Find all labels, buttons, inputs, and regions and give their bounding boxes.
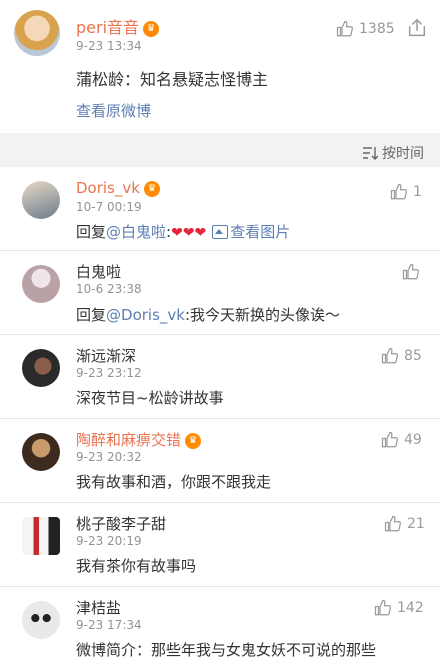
commenter-name[interactable]: 津桔盐	[76, 597, 121, 618]
comment-item: 桃子酸李子甜 9-23 20:19 21 我有茶你有故事吗	[0, 503, 440, 587]
post-avatar[interactable]	[14, 10, 60, 56]
comment-time: 10-7 00:19	[76, 200, 142, 214]
comment-like-count: 49	[404, 432, 422, 448]
commenter-name[interactable]: 渐远渐深	[76, 345, 136, 366]
comment-like-count: 85	[404, 348, 422, 364]
comment-text: 深夜节目~松龄讲故事	[76, 389, 224, 407]
comment-time: 9-23 20:19	[76, 534, 142, 548]
comment-text: 回复@Doris_vk:我今天新换的头像诶～	[76, 304, 340, 325]
comment-like-button[interactable]: 85	[381, 347, 422, 365]
thumbs-up-icon	[381, 347, 398, 364]
comment-like-button[interactable]: 21	[384, 515, 425, 533]
comment-list: Doris_vk ♛ 10-7 00:19 1 回复@白鬼啦:❤❤❤ 查看图片 白鬼…	[0, 167, 440, 670]
comment-like-count: 142	[397, 600, 424, 616]
view-image-link[interactable]: 查看图片	[230, 223, 290, 241]
comment-like-button[interactable]: 1	[390, 183, 422, 201]
post-time: 9-23 13:34	[76, 39, 142, 53]
thumbs-up-icon	[374, 599, 391, 616]
sort-label: 按时间	[382, 146, 424, 162]
sort-by-time-button[interactable]: 按时间	[362, 143, 424, 163]
commenter-name-text[interactable]: 陶醉和麻痹交错	[76, 431, 181, 449]
comment-item: 白鬼啦 10-6 23:38 回复@Doris_vk:我今天新换的头像诶～	[0, 251, 440, 335]
commenter-avatar[interactable]	[22, 349, 60, 387]
commenter-avatar[interactable]	[22, 517, 60, 555]
post-like-button[interactable]: 1385	[336, 20, 395, 38]
view-original-link[interactable]: 查看原微博	[76, 100, 151, 121]
comment-text: 我有茶你有故事吗	[76, 557, 197, 575]
mention-link[interactable]: @白鬼啦	[106, 223, 166, 241]
original-post: peri音音 ♛ 9-23 13:34 1385 蒲松龄：知名悬疑志怪博主 查看原…	[0, 0, 440, 133]
commenter-avatar[interactable]	[22, 601, 60, 639]
comment-like-button[interactable]	[402, 263, 425, 281]
commenter-name[interactable]: 桃子酸李子甜	[76, 513, 166, 534]
vip-badge-icon: ♛	[185, 432, 202, 449]
thumbs-up-icon	[402, 263, 419, 280]
comment-item: Doris_vk ♛ 10-7 00:19 1 回复@白鬼啦:❤❤❤ 查看图片	[0, 167, 440, 251]
vip-badge-icon: ♛	[143, 20, 160, 37]
heart-emoji: ❤❤❤	[171, 225, 207, 241]
comment-text: 回复@白鬼啦:❤❤❤ 查看图片	[76, 221, 290, 242]
commenter-name[interactable]: Doris_vk ♛	[76, 179, 160, 197]
thumbs-up-icon	[384, 515, 401, 532]
comment-item: 陶醉和麻痹交错 ♛ 9-23 20:32 49 我有故事和酒，你跟不跟我走	[0, 419, 440, 503]
share-icon[interactable]	[406, 17, 428, 39]
commenter-name[interactable]: 陶醉和麻痹交错 ♛	[76, 429, 202, 450]
reply-prefix: 回复	[76, 223, 107, 241]
comment-time: 9-23 20:32	[76, 450, 142, 464]
comment-time: 10-6 23:38	[76, 282, 142, 296]
reply-prefix: 回复	[76, 306, 107, 324]
sort-icon	[363, 147, 378, 160]
post-username[interactable]: peri音音 ♛	[76, 14, 160, 38]
comment-time: 9-23 17:34	[76, 618, 142, 632]
vip-badge-icon: ♛	[143, 180, 160, 197]
comment-like-button[interactable]: 49	[381, 431, 422, 449]
comment-like-button[interactable]: 142	[374, 599, 424, 617]
commenter-avatar[interactable]	[22, 181, 60, 219]
image-icon[interactable]	[212, 224, 229, 239]
commenter-name-text[interactable]: Doris_vk	[76, 179, 140, 197]
comment-time: 9-23 23:12	[76, 366, 142, 380]
commenter-avatar[interactable]	[22, 265, 60, 303]
thumbs-up-icon	[381, 431, 398, 448]
mention-link[interactable]: @Doris_vk	[106, 306, 185, 324]
sort-bar: 按时间	[0, 137, 440, 167]
post-like-count: 1385	[359, 21, 395, 37]
post-text: 蒲松龄：知名悬疑志怪博主	[76, 70, 269, 89]
comment-text: 微博简介：那些年我与女鬼女妖不可说的那些	[76, 641, 377, 659]
comment-like-count: 21	[407, 516, 425, 532]
commenter-name[interactable]: 白鬼啦	[76, 261, 121, 282]
post-username-text[interactable]: peri音音	[76, 18, 139, 37]
thumbs-up-icon	[390, 183, 407, 200]
comment-text: 我有故事和酒，你跟不跟我走	[76, 473, 272, 491]
comment-body: :我今天新换的头像诶～	[184, 306, 341, 324]
commenter-avatar[interactable]	[22, 433, 60, 471]
thumbs-up-icon	[336, 20, 353, 37]
comment-like-count: 1	[413, 184, 422, 200]
comment-item: 渐远渐深 9-23 23:12 85 深夜节目~松龄讲故事	[0, 335, 440, 419]
